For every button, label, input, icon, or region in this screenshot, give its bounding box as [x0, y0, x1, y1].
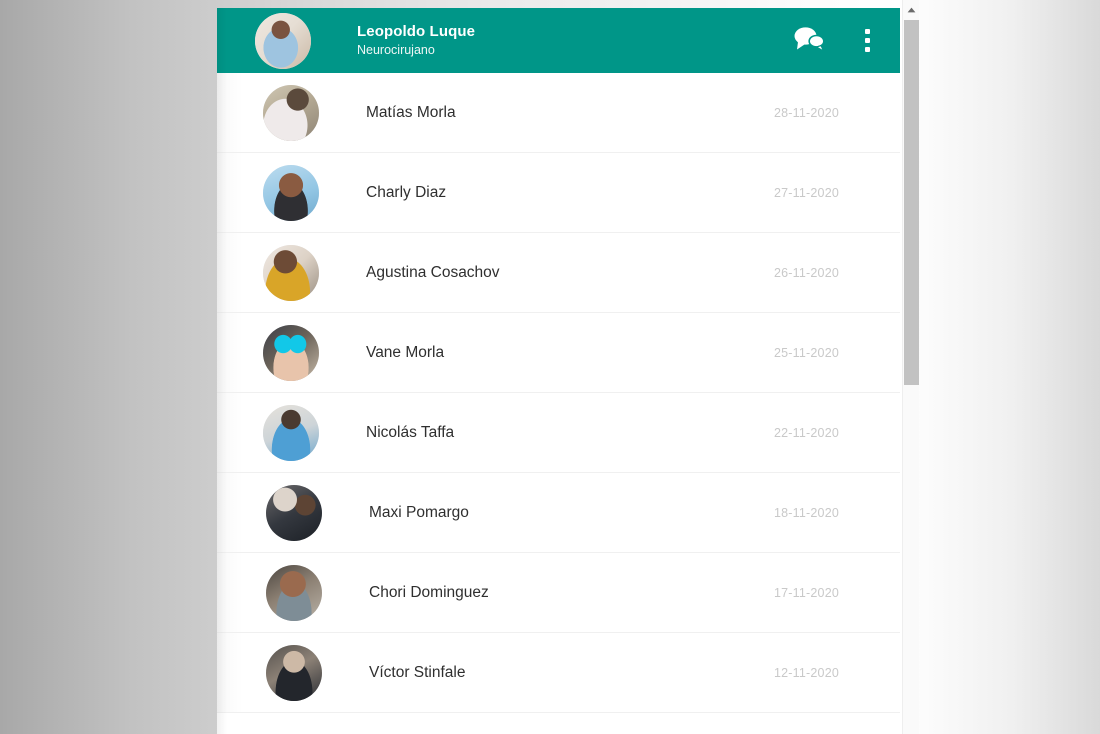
contact-date: 17-11-2020: [773, 585, 839, 600]
contact-avatar-photo: [263, 324, 319, 381]
contact-avatar-photo: [266, 564, 322, 621]
contact-date: 27-11-2020: [773, 185, 839, 200]
contact-avatar: [263, 164, 319, 221]
kebab-menu-icon: [865, 29, 870, 52]
contact-avatar: [263, 324, 319, 381]
contact-avatar: [266, 484, 322, 541]
contact-name: Nicolás Taffa: [366, 423, 455, 441]
contact-avatar: [263, 404, 319, 461]
header-user-name: Leopoldo Luque: [357, 23, 476, 41]
contact-list: Matías Morla 28-11-2020 Charly Diaz 27-1…: [217, 73, 900, 734]
app-header: Leopoldo Luque Neurocirujano: [217, 8, 900, 73]
contact-avatar-photo: [263, 244, 319, 301]
header-text-block: Leopoldo Luque Neurocirujano: [357, 23, 475, 57]
contact-date: 12-11-2020: [773, 665, 839, 680]
contact-row[interactable]: Charly Diaz 27-11-2020: [217, 153, 900, 233]
contact-name: Vane Morla: [366, 343, 445, 361]
kebab-menu-button[interactable]: [865, 29, 870, 52]
chat-bubbles-button[interactable]: [793, 26, 825, 55]
contact-name: Agustina Cosachov: [366, 263, 500, 281]
contact-avatar-photo: [263, 404, 319, 461]
vertical-scrollbar[interactable]: [902, 0, 919, 734]
contact-name: Maxi Pomargo: [369, 503, 469, 521]
contact-avatar: [263, 244, 319, 301]
contact-avatar: [266, 644, 322, 701]
scroll-up-button[interactable]: [903, 0, 919, 17]
contact-avatar: [266, 564, 322, 621]
contact-date: 22-11-2020: [773, 425, 839, 440]
chat-bubbles-icon: [793, 26, 825, 55]
scroll-up-arrow-icon: [907, 0, 916, 18]
scrollbar-thumb[interactable]: [904, 20, 919, 385]
contact-avatar-photo: [266, 644, 322, 701]
contact-row[interactable]: Chori Dominguez 17-11-2020: [217, 553, 900, 633]
contact-row[interactable]: Víctor Stinfale 12-11-2020: [217, 633, 900, 713]
header-avatar[interactable]: [255, 12, 311, 69]
contact-row[interactable]: Agustina Cosachov 26-11-2020: [217, 233, 900, 313]
contact-name: Charly Diaz: [366, 183, 447, 201]
header-avatar-photo: [255, 12, 311, 69]
contact-name: Matías Morla: [366, 103, 456, 121]
contact-avatar-photo: [266, 484, 322, 541]
contact-date: 28-11-2020: [773, 105, 839, 120]
header-user-role: Neurocirujano: [357, 42, 435, 57]
contact-row[interactable]: Vane Morla 25-11-2020: [217, 313, 900, 393]
contact-date: 25-11-2020: [773, 345, 839, 360]
contact-row[interactable]: Maxi Pomargo 18-11-2020: [217, 473, 900, 553]
contact-avatar-photo: [263, 164, 319, 221]
contact-date: 26-11-2020: [773, 265, 839, 280]
contact-row[interactable]: Matías Morla 28-11-2020: [217, 73, 900, 153]
contact-name: Chori Dominguez: [369, 583, 489, 601]
contact-row[interactable]: Nicolás Taffa 22-11-2020: [217, 393, 900, 473]
header-actions: [793, 26, 882, 55]
contact-list-card: Leopoldo Luque Neurocirujano Matías Morl…: [217, 8, 900, 734]
contact-name: Víctor Stinfale: [369, 663, 466, 681]
contact-avatar-photo: [263, 84, 319, 141]
contact-date: 18-11-2020: [773, 505, 839, 520]
contact-avatar: [263, 84, 319, 141]
